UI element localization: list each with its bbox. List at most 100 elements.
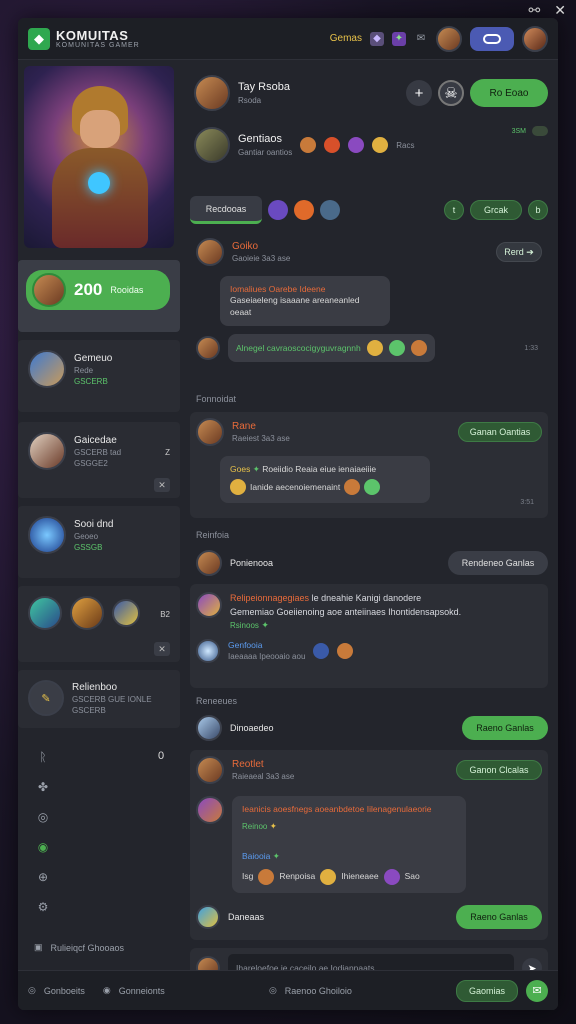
chat-bubble-icon[interactable]: ✉ bbox=[526, 979, 548, 1002]
post-bubble-tag: Reinoo bbox=[242, 822, 268, 832]
community-icon: ◎ bbox=[28, 985, 36, 995]
post-avatar[interactable] bbox=[196, 550, 222, 576]
hero-banner bbox=[24, 66, 174, 248]
post-username[interactable]: Rane bbox=[232, 421, 290, 432]
post-line1: Roeiidio Reaia eiue ienaiaeiiie bbox=[262, 464, 377, 474]
post-card: Goiko Gaoieie 3a3 ase Rerd ➔ Iomaliues O… bbox=[190, 232, 548, 388]
status-toggle[interactable] bbox=[470, 26, 514, 51]
post-bubble: Ieanicis aoesfnegs aoeanbdetoe Iilenagen… bbox=[232, 796, 466, 893]
post-avatar[interactable] bbox=[196, 715, 222, 741]
sub-username[interactable]: Genfooia bbox=[228, 640, 305, 650]
settings-icon[interactable]: ⚙ bbox=[36, 900, 50, 914]
sidebar-item-title: Gaicedae bbox=[74, 434, 117, 446]
tab-icon[interactable] bbox=[268, 200, 288, 220]
post-avatar[interactable] bbox=[196, 904, 220, 929]
status-left2[interactable]: Gonneionts bbox=[119, 986, 165, 996]
post-title: Relipeionnagegiaes bbox=[230, 593, 310, 603]
gem-icon[interactable]: ◆ bbox=[370, 31, 384, 46]
reaction-icon bbox=[230, 479, 246, 496]
reaction-icon bbox=[372, 137, 389, 153]
post-line-c: Ihieneaee bbox=[341, 871, 379, 881]
post-bubble: Iomaliues Oarebe Ideene Gaseiaeleng isaa… bbox=[220, 276, 390, 327]
sidebar-item-line2: GSGGE2 bbox=[74, 458, 108, 468]
sidebar-item[interactable]: ✎ Relienboo GSCERB GUE IONLE GSCERB bbox=[18, 670, 180, 728]
community-header: Gentiaos Gantiar oantios Racs 3SM bbox=[194, 122, 548, 168]
friend-avatar[interactable] bbox=[436, 25, 462, 52]
sidebar-item-avatar bbox=[28, 516, 66, 554]
post-avatar[interactable] bbox=[196, 238, 224, 266]
skull-icon[interactable]: ☠ bbox=[438, 80, 464, 106]
branch-icon[interactable]: ᚱ bbox=[36, 750, 50, 764]
stat-value: 200 bbox=[74, 280, 103, 299]
reaction-icon bbox=[320, 868, 337, 885]
plus-circle-icon[interactable]: ⊕ bbox=[36, 870, 50, 884]
online-toggle[interactable] bbox=[532, 126, 548, 136]
link-icon[interactable]: ⚯ bbox=[529, 2, 541, 19]
post-username[interactable]: Reotlet bbox=[232, 759, 294, 770]
chat-icon[interactable]: ◉ bbox=[36, 840, 50, 854]
status-center[interactable]: Raenoo Ghoiloio bbox=[285, 986, 352, 996]
gems-label[interactable]: Gemas bbox=[330, 33, 362, 44]
tab-grab-button[interactable]: Grcak bbox=[470, 200, 522, 220]
post-username[interactable]: Ponienooa bbox=[230, 558, 273, 568]
sub-avatar[interactable] bbox=[196, 638, 220, 663]
bubble-avatar[interactable] bbox=[196, 796, 224, 824]
controller-icon[interactable]: ✦ bbox=[392, 31, 406, 46]
post-action-button[interactable]: Raeno Ganlas bbox=[456, 904, 542, 929]
post-username[interactable]: Goiko bbox=[232, 241, 290, 252]
tab-icon-button[interactable]: b bbox=[528, 200, 548, 220]
post-action-button[interactable]: Rerd ➔ bbox=[496, 242, 542, 262]
app-subtitle: KOMUNITAS GAMER bbox=[56, 41, 140, 49]
add-button[interactable]: + bbox=[406, 80, 432, 106]
tab-icon[interactable] bbox=[294, 200, 314, 220]
close-icon[interactable]: ✕ bbox=[154, 478, 170, 492]
post-bubble-title: Iomaliues Oarebe Ideene bbox=[230, 284, 326, 294]
profile-avatar[interactable] bbox=[194, 75, 230, 111]
post-avatar[interactable] bbox=[196, 756, 224, 784]
follow-button[interactable]: Ro Eoao bbox=[470, 79, 548, 107]
post-title-tail: le dneahie Kanigi danodere bbox=[311, 593, 422, 603]
post-avatar[interactable] bbox=[196, 592, 222, 618]
sidebar-item[interactable]: B2 ✕ bbox=[18, 586, 180, 662]
sidebar-item[interactable]: Sooi dnd Geoeo GSSGB bbox=[18, 506, 180, 578]
sidebar-stat-card[interactable]: 200 Rooidas bbox=[18, 260, 180, 332]
sidebar-item[interactable]: Gaicedae GSCERB tad GSGGE2 Z ✕ bbox=[18, 422, 180, 498]
sidebar-item-line2: GSCERB bbox=[74, 376, 108, 386]
post-username[interactable]: Dinoaedeo bbox=[230, 723, 274, 733]
sub-text: Iaeaaaa Ipeooaio aou bbox=[228, 652, 306, 661]
reaction-icon bbox=[300, 137, 317, 153]
reply-avatar[interactable] bbox=[196, 336, 220, 361]
user-avatar[interactable] bbox=[522, 25, 548, 52]
post-action-button[interactable]: Ganan Oantias bbox=[458, 422, 542, 442]
community-extra: Racs bbox=[396, 140, 415, 150]
post-username[interactable]: Daneaas bbox=[228, 912, 264, 922]
top-bar: ◆ KOMUITAS KOMUNITAS GAMER Gemas ◆ ✦ ✉ bbox=[18, 18, 558, 60]
sidebar-item-avatar bbox=[70, 596, 104, 630]
post-action-button[interactable]: Raeno Ganlas bbox=[462, 716, 548, 740]
puzzle-icon[interactable]: ✤ bbox=[36, 780, 50, 794]
close-icon[interactable]: ✕ bbox=[554, 2, 566, 19]
reaction-icon bbox=[364, 479, 381, 496]
app-logo[interactable]: KOMUITAS KOMUNITAS GAMER bbox=[56, 29, 140, 49]
sidebar-item[interactable]: Gemeuo Rede GSCERB bbox=[18, 340, 180, 412]
post-line-lead: Goes bbox=[230, 464, 251, 474]
post-action-button[interactable]: Ganon Clcalas bbox=[456, 760, 542, 780]
tab-small-button[interactable]: t bbox=[444, 200, 464, 220]
tab-recent[interactable]: Recdooas bbox=[190, 196, 262, 224]
tab-icon[interactable] bbox=[320, 200, 340, 220]
feather-icon: ✎ bbox=[28, 680, 64, 716]
post-action-button[interactable]: Rendeneo Ganlas bbox=[448, 551, 548, 575]
sidebar-item-avatar bbox=[112, 599, 140, 627]
sidebar-item-line1: Rede bbox=[74, 365, 94, 375]
status-button[interactable]: Gaomias bbox=[456, 979, 518, 1002]
sidebar-item-line1: GSCERB tad bbox=[74, 447, 122, 457]
close-icon[interactable]: ✕ bbox=[154, 642, 170, 656]
stat-label: Rooidas bbox=[110, 285, 144, 295]
post-avatar[interactable] bbox=[196, 418, 224, 446]
community-avatar[interactable] bbox=[194, 127, 230, 163]
sidebar-item-line2: GSCERB bbox=[72, 705, 106, 715]
message-icon[interactable]: ✉ bbox=[414, 32, 428, 46]
sidebar-footer[interactable]: ▣ Rulieiqcf Ghooaos bbox=[34, 942, 124, 953]
status-left1[interactable]: Gonboeits bbox=[44, 986, 85, 996]
bag-icon[interactable]: ◎ bbox=[36, 810, 50, 824]
